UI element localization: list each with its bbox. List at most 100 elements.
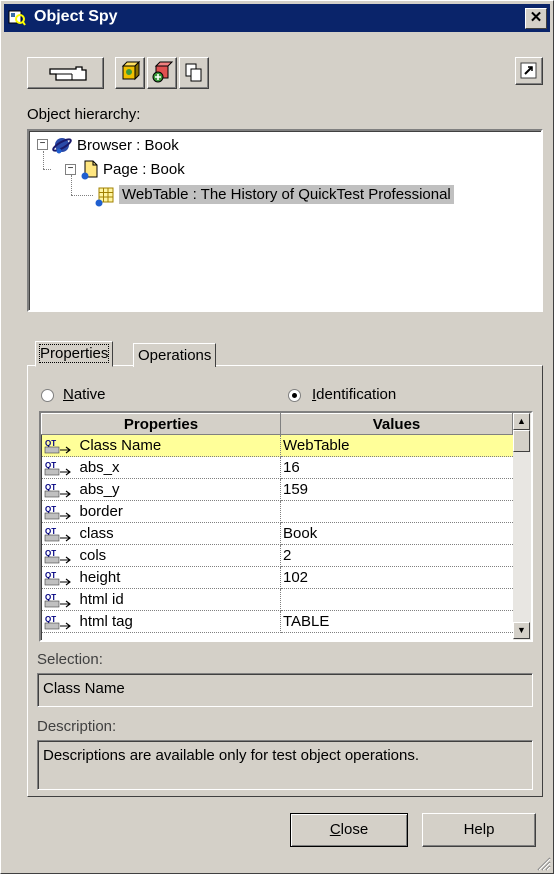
tab-properties-label: Properties xyxy=(38,344,110,363)
page-expander[interactable]: − xyxy=(65,164,76,175)
property-cell[interactable]: QT height xyxy=(41,566,281,589)
property-name: cols xyxy=(79,546,107,564)
svg-text:QT: QT xyxy=(45,527,56,536)
svg-text:QT: QT xyxy=(45,483,56,492)
value-cell[interactable]: 159 xyxy=(280,478,513,501)
table-row[interactable]: QT html tag TABLE xyxy=(41,610,513,633)
object-hierarchy-tree[interactable]: − Browser : Book − Page : Book WebTable … xyxy=(27,129,543,312)
property-cell[interactable]: QT abs_y xyxy=(41,478,281,501)
property-name: height xyxy=(79,568,121,586)
table-row[interactable]: QT html id xyxy=(41,588,513,611)
tree-item-webtable[interactable]: WebTable : The History of QuickTest Prof… xyxy=(119,185,454,204)
pin-icon xyxy=(520,62,537,79)
table-row[interactable]: QT abs_y 159 xyxy=(41,478,513,501)
title-bar[interactable]: Object Spy ✕ xyxy=(4,4,550,32)
property-cell[interactable]: QT html id xyxy=(41,588,281,611)
selection-label: Selection: xyxy=(37,651,103,668)
object-spy-icon xyxy=(121,60,141,81)
svg-text:QT: QT xyxy=(45,615,56,624)
webtable-icon xyxy=(95,187,114,207)
property-name: Class Name xyxy=(79,436,162,454)
tree-item-browser[interactable]: Browser : Book xyxy=(77,137,179,154)
close-window-button[interactable]: ✕ xyxy=(525,8,547,29)
add-object-icon xyxy=(152,61,174,83)
object-hierarchy-label: Object hierarchy: xyxy=(27,106,141,123)
table-row[interactable]: QT cols 2 xyxy=(41,544,513,567)
value-cell[interactable]: 16 xyxy=(280,456,513,479)
qtp-property-icon: QT xyxy=(44,549,71,564)
value-cell[interactable]: WebTable xyxy=(280,434,513,457)
table-row[interactable]: QT height 102 xyxy=(41,566,513,589)
value-cell[interactable]: TABLE xyxy=(280,610,513,633)
window-title: Object Spy xyxy=(34,8,118,25)
scroll-thumb[interactable] xyxy=(513,430,530,452)
properties-table: Properties Values QT Class Name WebTable QT… xyxy=(41,413,513,633)
qtp-property-icon: QT xyxy=(44,527,71,542)
property-name: html tag xyxy=(79,612,133,630)
grid-vertical-scrollbar[interactable]: ▲ ▼ xyxy=(513,413,531,640)
native-radio-label[interactable]: Native xyxy=(63,386,106,403)
table-row[interactable]: QT border xyxy=(41,500,513,523)
browser-expander[interactable]: − xyxy=(37,139,48,150)
close-icon: ✕ xyxy=(529,9,543,26)
svg-text:QT: QT xyxy=(45,549,56,558)
property-name: class xyxy=(79,524,114,542)
property-name: abs_x xyxy=(79,458,120,476)
property-cell[interactable]: QT border xyxy=(41,500,281,523)
svg-text:QT: QT xyxy=(45,571,56,580)
svg-text:QT: QT xyxy=(45,593,56,602)
object-spy-app-icon xyxy=(8,8,26,26)
svg-text:QT: QT xyxy=(45,505,56,514)
property-cell[interactable]: QT class xyxy=(41,522,281,545)
pin-window-button[interactable] xyxy=(515,57,543,85)
property-cell[interactable]: QT html tag xyxy=(41,610,281,633)
spy-pointer-button[interactable] xyxy=(27,57,104,89)
page-icon xyxy=(81,160,98,180)
copy-toolbar-button[interactable] xyxy=(179,57,209,89)
property-name: border xyxy=(79,502,123,520)
resize-grip-icon[interactable] xyxy=(535,855,551,871)
identification-radio-label[interactable]: Identification xyxy=(312,386,396,403)
qtp-property-icon: QT xyxy=(44,505,71,520)
tab-operations[interactable]: Operations xyxy=(133,343,217,367)
qtp-property-icon: QT xyxy=(44,615,71,630)
close-button[interactable]: Close xyxy=(290,813,408,847)
scroll-down-button[interactable]: ▼ xyxy=(513,622,530,639)
add-object-toolbar-button[interactable] xyxy=(147,57,177,89)
values-column-header[interactable]: Values xyxy=(280,413,513,435)
object-spy-window: Object Spy ✕ Object hierarchy: − Browser… xyxy=(0,0,554,874)
property-cell[interactable]: QT abs_x xyxy=(41,456,281,479)
qtp-property-icon: QT xyxy=(44,593,71,608)
table-row[interactable]: QT class Book xyxy=(41,522,513,545)
table-row[interactable]: QT abs_x 16 xyxy=(41,456,513,479)
help-button[interactable]: Help xyxy=(422,813,536,847)
property-name: html id xyxy=(79,590,124,608)
value-cell[interactable] xyxy=(280,500,513,523)
property-cell[interactable]: QT cols xyxy=(41,544,281,567)
svg-text:QT: QT xyxy=(45,461,56,470)
copy-icon xyxy=(185,63,202,82)
identification-radio[interactable] xyxy=(288,389,301,402)
description-field: Descriptions are available only for test… xyxy=(37,740,533,790)
qtp-property-icon: QT xyxy=(44,461,71,476)
svg-text:QT: QT xyxy=(45,439,56,448)
property-cell[interactable]: QT Class Name xyxy=(41,434,281,457)
value-cell[interactable]: 102 xyxy=(280,566,513,589)
value-cell[interactable] xyxy=(280,588,513,611)
tab-properties[interactable]: Properties xyxy=(35,341,114,367)
table-row[interactable]: QT Class Name WebTable xyxy=(41,434,513,457)
description-label: Description: xyxy=(37,718,117,735)
value-cell[interactable]: Book xyxy=(280,522,513,545)
selection-field: Class Name xyxy=(37,673,533,707)
value-cell[interactable]: 2 xyxy=(280,544,513,567)
tree-item-page[interactable]: Page : Book xyxy=(103,161,185,178)
browser-icon xyxy=(52,138,72,154)
scroll-up-button[interactable]: ▲ xyxy=(513,413,530,430)
native-radio[interactable] xyxy=(41,389,54,402)
qtp-property-icon: QT xyxy=(44,571,71,586)
object-spy-toolbar-button[interactable] xyxy=(115,57,145,89)
properties-grid[interactable]: Properties Values QT Class Name WebTable QT… xyxy=(39,411,533,642)
properties-column-header[interactable]: Properties xyxy=(41,413,281,435)
pointing-hand-icon xyxy=(49,66,87,81)
qtp-property-icon: QT xyxy=(44,439,71,454)
